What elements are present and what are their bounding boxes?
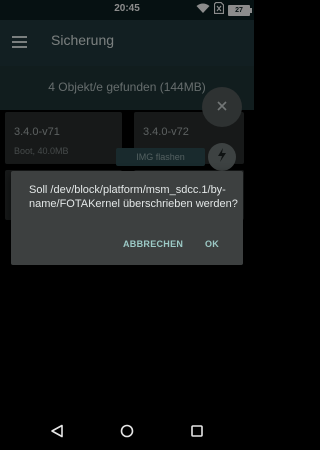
ok-button[interactable]: OK	[205, 239, 219, 249]
cancel-button[interactable]: ABBRECHEN	[123, 239, 183, 249]
back-triangle-icon[interactable]	[46, 420, 68, 442]
nav-bar	[0, 412, 254, 450]
confirm-dialog: Soll /dev/block/platform/msm_sdcc.1/by-n…	[11, 171, 243, 265]
home-circle-icon[interactable]	[116, 420, 138, 442]
dialog-message: Soll /dev/block/platform/msm_sdcc.1/by-n…	[29, 184, 238, 210]
recents-square-icon[interactable]	[186, 420, 208, 442]
